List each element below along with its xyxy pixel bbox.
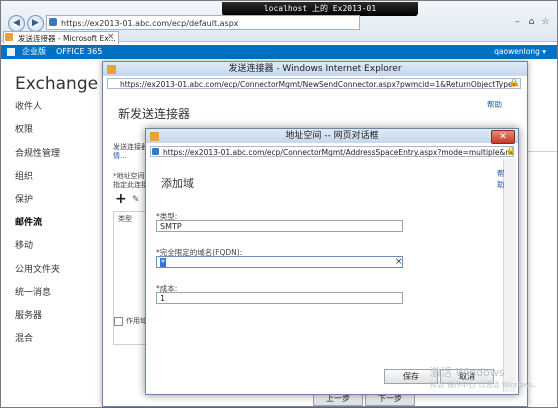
favorites-star-icon[interactable]: ☆: [540, 17, 551, 28]
lock-icon: 🔒: [509, 78, 519, 87]
scope-checkbox-label: 作用域: [126, 317, 147, 325]
type-input-value: SMTP: [160, 222, 182, 231]
address-space-dialog: 地址空间 -- 网页对话框 ✕ https://ex2013-01.abc.co…: [145, 128, 519, 395]
nav-item-protection[interactable]: 保护: [15, 192, 33, 205]
wizard-url-text: https://ex2013-01.abc.com/ecp/ConnectorM…: [120, 80, 521, 89]
column-header-type[interactable]: 类型: [118, 214, 132, 224]
exchange-tab-icon: [5, 33, 13, 41]
ie-page-icon: [49, 18, 57, 26]
wizard-heading: 新发送连接器: [118, 107, 191, 121]
clear-input-icon[interactable]: ×: [395, 256, 403, 268]
wizard-app-icon: [107, 65, 116, 74]
browser-address-bar[interactable]: https://ex2013-01.abc.com/ecp/default.as…: [46, 15, 360, 30]
wizard-help-link[interactable]: 帮助: [487, 99, 502, 110]
nav-item-servers[interactable]: 服务器: [15, 308, 42, 321]
scope-checkbox[interactable]: [114, 317, 123, 326]
cost-input-value: 1: [160, 294, 166, 303]
nav-item-mobile[interactable]: 移动: [15, 238, 33, 251]
dialog-address-bar: https://ex2013-01.abc.com/ecp/ConnectorM…: [150, 146, 514, 157]
dialog-scrollbar[interactable]: [504, 159, 516, 392]
nav-item-public-folders[interactable]: 公用文件夹: [15, 262, 60, 275]
activation-watermark-title: 激活 Windows: [430, 366, 505, 379]
dialog-app-icon: [150, 132, 159, 141]
browser-url-text: https://ex2013-01.abc.com/ecp/default.as…: [61, 19, 239, 28]
nav-item-compliance[interactable]: 合规性管理: [15, 146, 60, 159]
dialog-page-icon: [152, 148, 159, 155]
type-input[interactable]: SMTP: [156, 220, 403, 232]
office365-bar: 企业版 OFFICE 365: [1, 45, 557, 59]
nav-item-unified-messaging[interactable]: 统一消息: [15, 285, 51, 298]
back-arrow-icon[interactable]: ◀: [8, 15, 25, 32]
nav-item-organization[interactable]: 组织: [15, 169, 33, 182]
nav-item-permissions[interactable]: 权限: [15, 122, 33, 135]
address-space-hint: 指定此连接: [113, 181, 148, 189]
office365-label[interactable]: OFFICE 365: [56, 45, 102, 59]
activation-watermark-hint: 转到"操作中心"以激活 Windows。: [430, 381, 540, 389]
dialog-lock-icon: 🔒: [506, 146, 516, 155]
eac-divider: [526, 151, 557, 152]
nav-item-recipients[interactable]: 收件人: [15, 99, 42, 112]
dialog-title: 地址空间 -- 网页对话框: [146, 129, 518, 143]
dialog-url-text: https://ex2013-01.abc.com/ecp/ConnectorM…: [163, 148, 514, 157]
dialog-close-button[interactable]: ✕: [491, 130, 515, 144]
enterprise-label: 企业版: [22, 47, 46, 56]
user-menu[interactable]: qaowenlong ▾: [494, 45, 546, 59]
office-logo-icon: [7, 48, 15, 56]
home-icon[interactable]: ⌂: [526, 17, 537, 28]
wizard-learn-more-link[interactable]: 情...: [113, 151, 127, 161]
forward-arrow-icon[interactable]: ▶: [27, 15, 44, 32]
wizard-window-title: 发送连接器 - Windows Internet Explorer: [103, 62, 527, 76]
dialog-heading: 添加域: [161, 177, 194, 190]
wizard-address-bar: https://ex2013-01.abc.com/ecp/ConnectorM…: [107, 78, 521, 89]
minimize-icon[interactable]: –: [512, 17, 523, 28]
edit-icon[interactable]: ✎: [132, 195, 140, 205]
fqdn-input[interactable]: *: [156, 256, 403, 268]
add-icon[interactable]: +: [115, 192, 127, 206]
dialog-body: 帮助 添加域 *类型: SMTP *完全限定的域名(FQDN): * × *成本…: [147, 159, 505, 392]
cost-input[interactable]: 1: [156, 292, 403, 304]
remote-session-title: localhost 上的 Ex2013-01: [222, 2, 418, 16]
tab-close-icon[interactable]: ×: [107, 32, 115, 42]
browser-tab-label: 发送连接器 - Microsoft Ex...: [18, 34, 116, 43]
browser-tab[interactable]: 发送连接器 - Microsoft Ex...: [3, 31, 119, 44]
fqdn-input-value: *: [160, 258, 166, 267]
nav-item-mail-flow[interactable]: 邮件流: [15, 215, 42, 228]
nav-item-hybrid[interactable]: 混合: [15, 331, 33, 344]
